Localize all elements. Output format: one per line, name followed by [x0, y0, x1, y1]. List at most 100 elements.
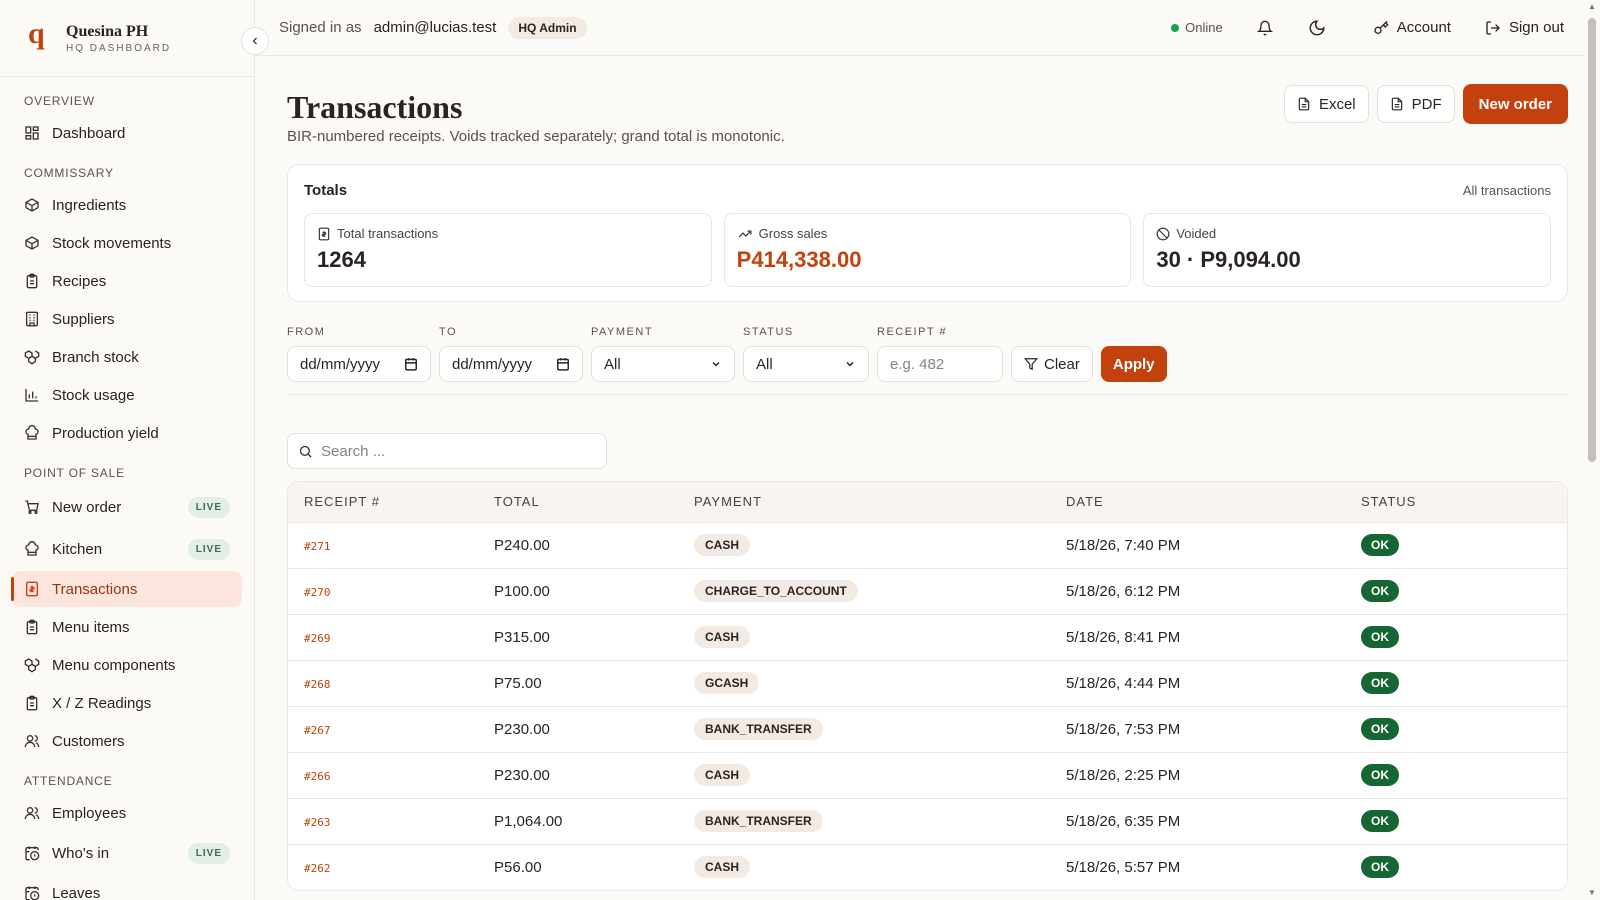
- table-cell: 5/18/26, 4:44 PM: [1050, 660, 1345, 706]
- new-order-button[interactable]: New order: [1462, 84, 1568, 124]
- sidebar-item-customers[interactable]: Customers: [12, 723, 242, 759]
- cart-icon: [25, 500, 39, 514]
- status-select[interactable]: All: [743, 346, 869, 382]
- receipt-link[interactable]: #268: [304, 678, 331, 691]
- collapse-sidebar-button[interactable]: [241, 27, 269, 55]
- account-link[interactable]: Account: [1361, 10, 1463, 46]
- sidebar-item-kitchen[interactable]: Kitchen LIVE: [12, 529, 242, 569]
- receipt-icon: [318, 227, 330, 240]
- stat-voided: Voided 30 · P9,094.00: [1143, 213, 1552, 287]
- sidebar-item-transactions[interactable]: Transactions: [11, 571, 242, 607]
- sidebar-item-new-order[interactable]: New order LIVE: [12, 487, 242, 527]
- moon-icon: [1309, 19, 1325, 35]
- total-cell: P100.00: [494, 582, 550, 600]
- sidebar-item-menu-items[interactable]: Menu items: [12, 609, 242, 645]
- sidebar-item-branch-stock[interactable]: Branch stock: [12, 339, 242, 375]
- file-icon: [1391, 97, 1402, 111]
- sidebar-item-ingredients[interactable]: Ingredients: [12, 187, 242, 223]
- clipboard-icon: [26, 273, 38, 289]
- date-cell: 5/18/26, 2:25 PM: [1066, 766, 1181, 784]
- key-icon: [1374, 20, 1389, 34]
- payment-badge: CHARGE_TO_ACCOUNT: [694, 580, 858, 602]
- receipt-icon: [26, 581, 38, 597]
- clear-filters-button[interactable]: Clear: [1011, 346, 1093, 382]
- receipt-link[interactable]: #267: [304, 724, 331, 737]
- table-row[interactable]: #266 P230.00 CASH 5/18/26, 2:25 PM OK: [288, 752, 1567, 798]
- column-header[interactable]: TOTAL: [478, 482, 678, 522]
- sidebar: q Quesina PH HQ DASHBOARD OVERVIEW Dashbo…: [0, 0, 255, 900]
- sidebar-section-title: OVERVIEW: [24, 94, 95, 108]
- sidebar-item-employees[interactable]: Employees: [12, 795, 242, 831]
- export-excel-button[interactable]: Excel: [1283, 85, 1369, 123]
- sidebar-item-label: Suppliers: [52, 310, 115, 328]
- calendar-icon[interactable]: [556, 357, 570, 371]
- table-row[interactable]: #262 P56.00 CASH 5/18/26, 5:57 PM OK: [288, 844, 1567, 890]
- file-icon: [1298, 97, 1310, 111]
- payment-select[interactable]: All: [591, 346, 735, 382]
- receipt-input[interactable]: e.g. 482: [877, 346, 1003, 382]
- sidebar-item-stock-usage[interactable]: Stock usage: [12, 377, 242, 413]
- scroll-thumb[interactable]: [1588, 18, 1596, 462]
- date-cell: 5/18/26, 7:40 PM: [1066, 536, 1181, 554]
- receipt-link[interactable]: #262: [304, 862, 331, 875]
- scroll-down-arrow-icon[interactable]: ▼: [1587, 888, 1597, 898]
- table-row[interactable]: #269 P315.00 CASH 5/18/26, 8:41 PM OK: [288, 614, 1567, 660]
- stat-value: P414,338.00: [736, 247, 862, 272]
- table-cell: #263: [288, 798, 478, 844]
- apply-filters-button[interactable]: Apply: [1100, 346, 1167, 382]
- all-transactions-link[interactable]: All transactions: [1463, 183, 1551, 198]
- table-cell: #267: [288, 706, 478, 752]
- sidebar-item-leaves[interactable]: Leaves: [12, 875, 242, 900]
- brand-name: Quesina PH: [66, 22, 149, 40]
- sidebar-item-recipes[interactable]: Recipes: [12, 263, 242, 299]
- table-row[interactable]: #268 P75.00 GCASH 5/18/26, 4:44 PM OK: [288, 660, 1567, 706]
- calendar-icon[interactable]: [404, 357, 418, 371]
- sidebar-item-suppliers[interactable]: Suppliers: [12, 301, 242, 337]
- box-icon: [25, 198, 39, 212]
- receipt-link[interactable]: #270: [304, 586, 331, 599]
- scroll-up-arrow-icon[interactable]: ▲: [1587, 2, 1597, 12]
- table-row[interactable]: #263 P1,064.00 BANK_TRANSFER 5/18/26, 6:35 …: [288, 798, 1567, 844]
- from-date-input[interactable]: dd/mm/yyyy: [287, 346, 431, 382]
- theme-toggle-button[interactable]: [1299, 10, 1335, 46]
- brand[interactable]: q Quesina PH HQ DASHBOARD: [0, 0, 254, 77]
- live-badge: LIVE: [187, 842, 230, 864]
- column-header[interactable]: RECEIPT #: [288, 482, 478, 522]
- table-row[interactable]: #270 P100.00 CHARGE_TO_ACCOUNT 5/18/26, 6:1…: [288, 568, 1567, 614]
- export-pdf-button[interactable]: PDF: [1376, 85, 1455, 123]
- sidebar-item-dashboard[interactable]: Dashboard: [12, 115, 242, 151]
- table-row[interactable]: #267 P230.00 BANK_TRANSFER 5/18/26, 7:53 PM…: [288, 706, 1567, 752]
- search-icon: [299, 445, 312, 458]
- sidebar-item-label: Customers: [52, 732, 125, 750]
- to-date-input[interactable]: dd/mm/yyyy: [439, 346, 583, 382]
- receipt-link[interactable]: #269: [304, 632, 331, 645]
- sidebar-item-label: Menu items: [52, 618, 130, 636]
- search-input[interactable]: Search ...: [287, 433, 607, 469]
- sidebar-item-production-yield[interactable]: Production yield: [12, 415, 242, 451]
- table-row[interactable]: #271 P240.00 CASH 5/18/26, 7:40 PM OK: [288, 522, 1567, 568]
- status-value: All: [756, 355, 773, 373]
- receipt-link[interactable]: #271: [304, 540, 331, 553]
- sign-out-link[interactable]: Sign out: [1473, 10, 1576, 46]
- table-cell: #266: [288, 752, 478, 798]
- sidebar-item-menu-components[interactable]: Menu components: [12, 647, 242, 683]
- table-cell: P100.00: [478, 568, 678, 614]
- sidebar-item-stock-movements[interactable]: Stock movements: [12, 225, 242, 261]
- column-header[interactable]: PAYMENT: [678, 482, 1050, 522]
- receipt-link[interactable]: #266: [304, 770, 331, 783]
- signed-in-email: admin@lucias.test: [373, 19, 497, 36]
- page-scrollbar[interactable]: ▲ ▼: [1584, 0, 1600, 900]
- notifications-button[interactable]: [1247, 10, 1283, 46]
- sidebar-item-x-z-readings[interactable]: X / Z Readings: [12, 685, 242, 721]
- status-label: STATUS: [743, 326, 794, 338]
- table-cell: BANK_TRANSFER: [678, 706, 1050, 752]
- status-badge: OK: [1361, 856, 1399, 879]
- filter-bar: FROM dd/mm/yyyy TO dd/mm/yyyy PAYMENT Al…: [287, 324, 1568, 382]
- receipt-link[interactable]: #263: [304, 816, 331, 829]
- sidebar-item-who-s-in[interactable]: Who's in LIVE: [12, 833, 242, 873]
- status-badge: OK: [1361, 580, 1399, 602]
- table-cell: OK: [1345, 752, 1567, 798]
- column-header[interactable]: STATUS: [1345, 482, 1567, 522]
- column-header[interactable]: DATE: [1050, 482, 1345, 522]
- page-title: Transactions: [287, 89, 463, 125]
